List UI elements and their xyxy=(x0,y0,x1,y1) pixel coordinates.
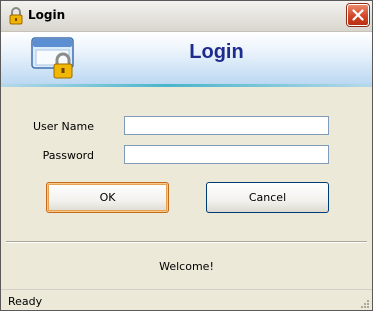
title-bar[interactable]: Login xyxy=(1,1,372,32)
divider xyxy=(6,241,367,243)
login-dialog: Login Login User Name Password OK Cancel… xyxy=(0,0,373,311)
status-text: Ready xyxy=(8,295,43,308)
page-title: Login xyxy=(189,41,244,63)
close-icon xyxy=(352,9,364,21)
form-area xyxy=(1,87,372,241)
welcome-message: Welcome! xyxy=(159,260,214,273)
window-title: Login xyxy=(28,8,66,22)
lock-icon xyxy=(9,7,23,25)
resize-grip-icon[interactable] xyxy=(358,297,370,309)
close-button[interactable] xyxy=(347,4,369,26)
status-bar: Ready xyxy=(1,289,372,310)
password-label: Password xyxy=(42,149,94,162)
username-input[interactable] xyxy=(124,116,329,135)
username-label: User Name xyxy=(32,120,94,133)
password-input[interactable] xyxy=(124,145,329,164)
ok-button[interactable]: OK xyxy=(46,182,169,213)
cancel-button[interactable]: Cancel xyxy=(206,182,329,213)
